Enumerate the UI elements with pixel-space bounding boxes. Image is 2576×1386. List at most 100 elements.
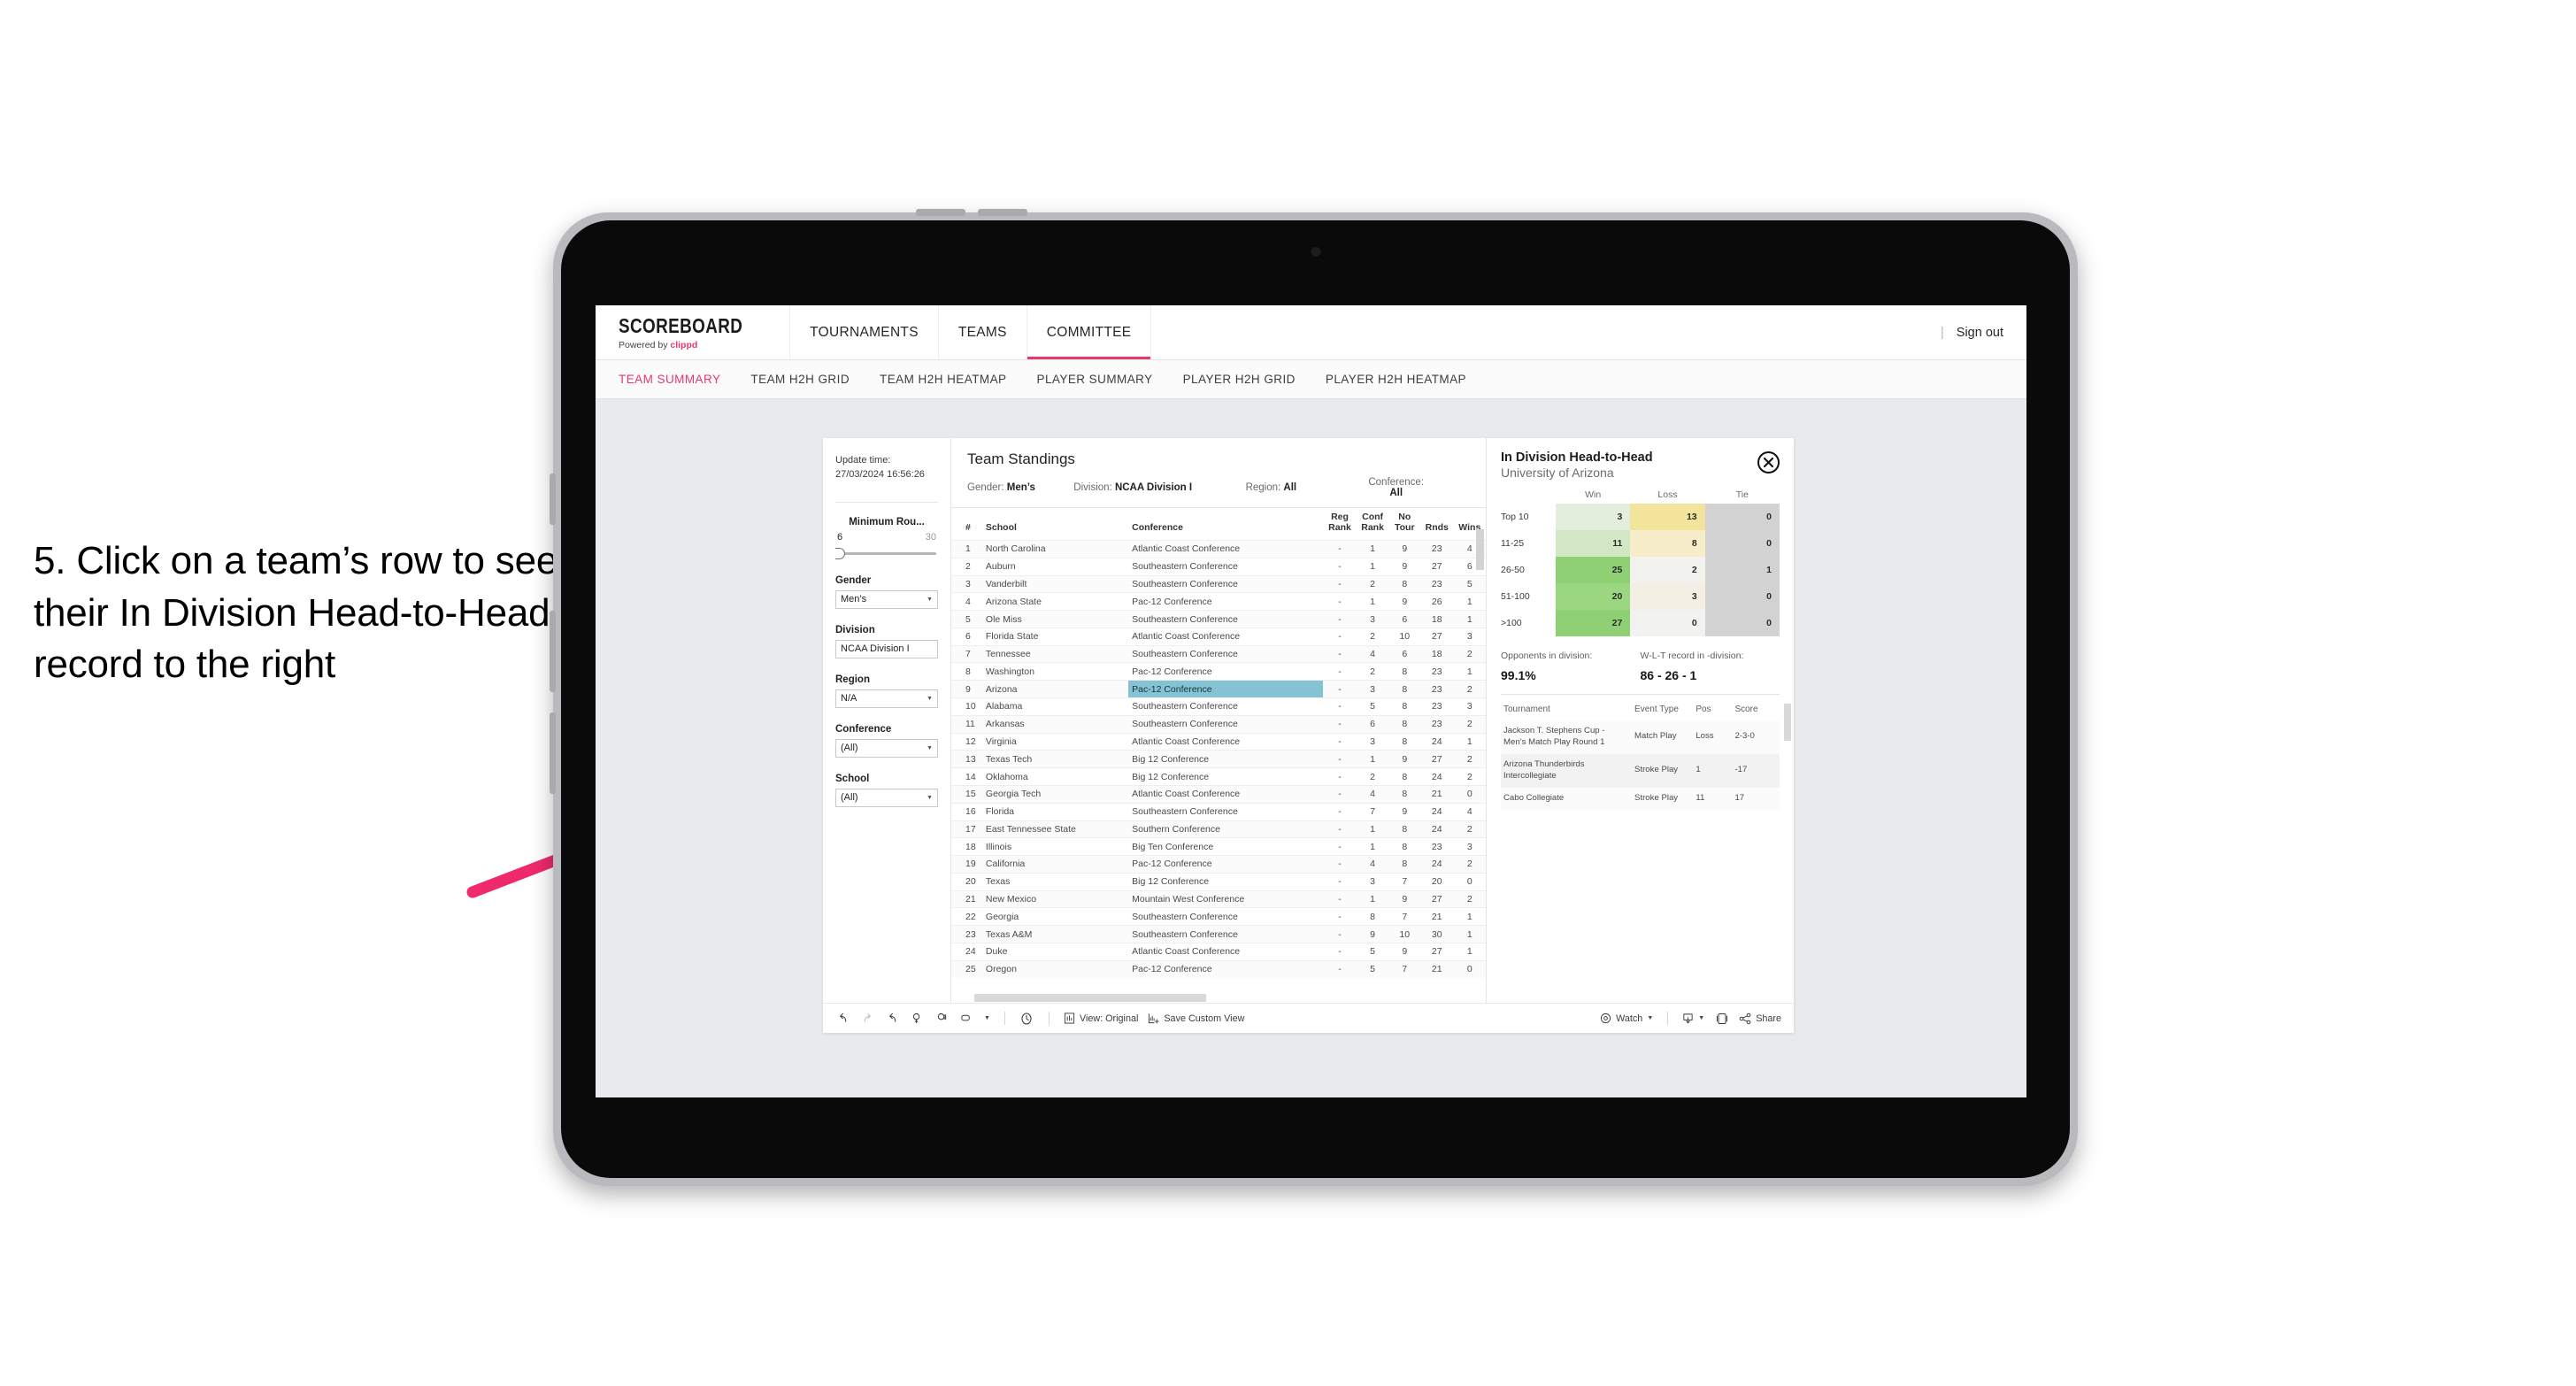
save-custom-view-button[interactable]: Save Custom View: [1148, 1013, 1244, 1024]
list-item[interactable]: Jackson T. Stephens Cup - Men’s Match Pl…: [1501, 720, 1780, 754]
table-row[interactable]: 19 California Pac-12 Conference -4 8 24 2: [951, 855, 1486, 874]
signout-link[interactable]: Sign out: [1957, 326, 2003, 340]
h2h-win-cell: 25: [1556, 557, 1631, 583]
wins-cell: 0: [1453, 784, 1486, 804]
pause-icon[interactable]: [934, 1011, 950, 1026]
chevron-down-icon: ▼: [927, 596, 933, 603]
table-row[interactable]: 11 Arkansas Southeastern Conference -6 8 23 2: [951, 714, 1486, 734]
table-row[interactable]: 5 Ole Miss Southeastern Conference -3 6 18 1: [951, 610, 1486, 628]
h2h-stats: Opponents in division: 99.1% W-L-T recor…: [1501, 651, 1780, 682]
col-header-reg-rank[interactable]: Reg Rank: [1323, 508, 1357, 541]
tab-team-h2h-heatmap[interactable]: TEAM H2H HEATMAP: [880, 373, 1006, 386]
h2h-loss-cell: 0: [1630, 610, 1705, 636]
table-row[interactable]: 18 Illinois Big Ten Conference -1 8 23 3: [951, 837, 1486, 856]
power-button[interactable]: [550, 474, 556, 525]
reg-rank-cell: -: [1323, 872, 1357, 891]
region-select[interactable]: N/A ▼: [835, 689, 938, 708]
standings-scroll-area[interactable]: # School Conference Reg Rank Conf Rank N…: [951, 508, 1486, 992]
standings-horizontal-scrollbar[interactable]: [974, 994, 1207, 1002]
table-row[interactable]: 3 Vanderbilt Southeastern Conference -2 8 23 5: [951, 574, 1486, 593]
table-row[interactable]: 14 Oklahoma Big 12 Conference -2 8 24 2: [951, 767, 1486, 786]
division-select[interactable]: NCAA Division I: [835, 639, 938, 658]
save-custom-view-label: Save Custom View: [1164, 1013, 1245, 1024]
table-row[interactable]: 1 North Carolina Atlantic Coast Conference…: [951, 540, 1486, 558]
table-row[interactable]: 15 Georgia Tech Atlantic Coast Conference -…: [951, 784, 1486, 804]
table-row[interactable]: 25 Oregon Pac-12 Conference -5 7 21 0: [951, 959, 1486, 978]
volume-up-button[interactable]: [916, 209, 965, 216]
standings-vertical-scrollbar[interactable]: [1476, 529, 1484, 570]
school-value: (All): [841, 792, 858, 804]
table-row[interactable]: 16 Florida Southeastern Conference -7 9 24 4: [951, 802, 1486, 820]
filter-gender: Gender Men’s ▼: [835, 575, 938, 609]
rnds-cell: 23: [1419, 540, 1454, 558]
slider-handle[interactable]: [835, 547, 845, 559]
col-header-score[interactable]: Score: [1732, 697, 1780, 720]
table-row[interactable]: 13 Texas Tech Big 12 Conference -1 9 27 2: [951, 750, 1486, 768]
close-icon[interactable]: [1757, 451, 1780, 474]
tab-player-h2h-grid[interactable]: PLAYER H2H GRID: [1183, 373, 1296, 386]
tab-player-h2h-heatmap[interactable]: PLAYER H2H HEATMAP: [1326, 373, 1466, 386]
tournament-vertical-scrollbar[interactable]: [1784, 704, 1791, 741]
col-header-pos[interactable]: Pos: [1693, 697, 1732, 720]
col-header-tournament[interactable]: Tournament: [1501, 697, 1632, 720]
table-row[interactable]: 6 Florida State Atlantic Coast Conference -…: [951, 627, 1486, 646]
list-item[interactable]: Cabo Collegiate Stroke Play 11 17: [1501, 787, 1780, 810]
rank-cell: 10: [951, 697, 982, 716]
watch-button[interactable]: Watch ▼: [1600, 1013, 1653, 1024]
rnds-cell: 23: [1419, 697, 1454, 716]
table-row[interactable]: 23 Texas A&M Southeastern Conference -9 10 30…: [951, 925, 1486, 943]
conference-select[interactable]: (All) ▼: [835, 738, 938, 758]
download-button[interactable]: ▼: [1682, 1013, 1704, 1024]
table-row[interactable]: 2 Auburn Southeastern Conference -1 9 27 6: [951, 557, 1486, 576]
conference-cell: Southeastern Conference: [1128, 697, 1324, 716]
pause-playback-icon[interactable]: [1019, 1011, 1034, 1026]
col-header-rnds[interactable]: Rnds: [1419, 508, 1454, 541]
list-item[interactable]: Arizona Thunderbirds Intercollegiate Stro…: [1501, 753, 1780, 788]
table-row[interactable]: 24 Duke Atlantic Coast Conference -5 9 27 1: [951, 942, 1486, 961]
tab-team-h2h-grid[interactable]: TEAM H2H GRID: [750, 373, 850, 386]
minimum-rounds-slider[interactable]: [835, 547, 938, 559]
volume-down-button[interactable]: [978, 209, 1027, 216]
gender-select[interactable]: Men’s ▼: [835, 589, 938, 609]
nav-tab-teams[interactable]: TEAMS: [939, 305, 1027, 359]
table-row[interactable]: 8 Washington Pac-12 Conference -2 8 23 1: [951, 662, 1486, 681]
table-row[interactable]: 10 Alabama Southeastern Conference -5 8 23 3: [951, 697, 1486, 716]
chevron-down-icon[interactable]: ▼: [984, 1015, 990, 1021]
nav-tab-tournaments[interactable]: TOURNAMENTS: [790, 305, 939, 359]
brand-logo[interactable]: SCOREBOARD Powered by clippd: [596, 305, 791, 359]
tab-player-summary[interactable]: PLAYER SUMMARY: [1037, 373, 1153, 386]
device-preview-icon[interactable]: [1714, 1011, 1729, 1026]
table-row[interactable]: 7 Tennessee Southeastern Conference -4 6 18 2: [951, 644, 1486, 663]
revert-icon[interactable]: [885, 1011, 900, 1026]
table-row[interactable]: 17 East Tennessee State Southern Conferenc…: [951, 820, 1486, 838]
side-button-b[interactable]: [550, 712, 556, 794]
nav-tab-committee[interactable]: COMMITTEE: [1027, 305, 1152, 359]
table-row[interactable]: 22 Georgia Southeastern Conference -8 7 21 1: [951, 907, 1486, 926]
refresh-icon[interactable]: [910, 1011, 925, 1026]
rank-cell: 19: [951, 855, 982, 874]
export-icon[interactable]: [959, 1011, 974, 1026]
wins-cell: 1: [1453, 925, 1486, 943]
table-row[interactable]: 20 Texas Big 12 Conference -3 7 20 0: [951, 872, 1486, 891]
share-button[interactable]: Share: [1739, 1013, 1781, 1025]
col-header-rank[interactable]: #: [951, 508, 982, 541]
col-header-school[interactable]: School: [981, 508, 1129, 541]
view-original-button[interactable]: View: Original: [1064, 1013, 1138, 1024]
table-row[interactable]: 4 Arizona State Pac-12 Conference -1 9 26 1: [951, 592, 1486, 611]
side-button-a[interactable]: [550, 611, 556, 692]
table-row[interactable]: 12 Virginia Atlantic Coast Conference -3 8 24…: [951, 732, 1486, 751]
col-header-no-tour[interactable]: No Tour: [1388, 508, 1420, 541]
tab-team-summary[interactable]: TEAM SUMMARY: [619, 373, 720, 386]
undo-icon[interactable]: [835, 1011, 850, 1026]
school-select[interactable]: (All) ▼: [835, 788, 938, 807]
school-cell: Georgia Tech: [981, 784, 1129, 804]
rank-cell: 4: [951, 592, 982, 611]
redo-icon[interactable]: [860, 1011, 875, 1026]
conference-cell: Big 12 Conference: [1128, 872, 1324, 891]
table-row[interactable]: 21 New Mexico Mountain West Conference -1 9 2…: [951, 889, 1486, 908]
col-header-event-type[interactable]: Event Type: [1632, 697, 1693, 720]
col-header-conf-rank[interactable]: Conf Rank: [1356, 508, 1389, 541]
watch-icon: [1601, 1013, 1611, 1024]
col-header-conference[interactable]: Conference: [1128, 508, 1324, 541]
table-row[interactable]: 9 Arizona Pac-12 Conference -3 8 23 2: [951, 680, 1486, 698]
